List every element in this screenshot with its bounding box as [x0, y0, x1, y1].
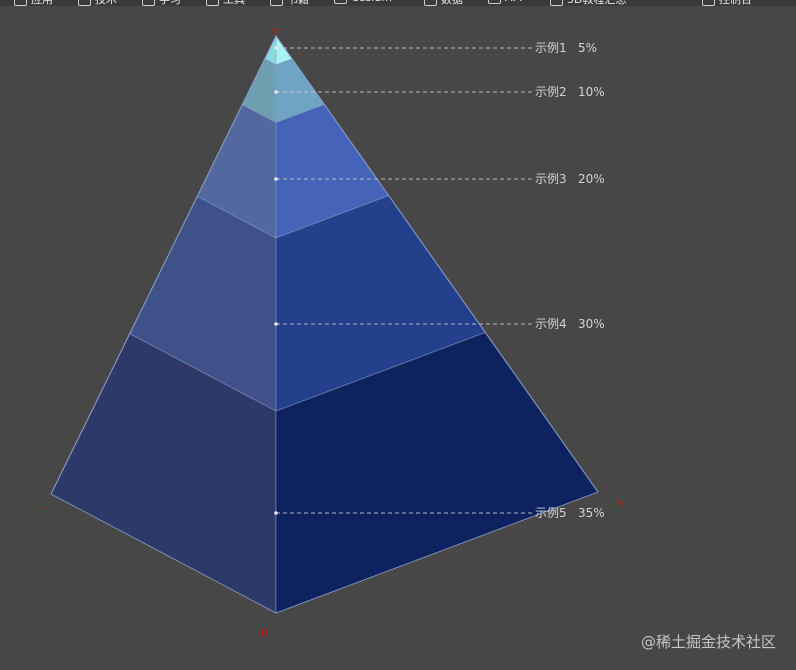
pyramid-chart: 示例1 5% 示例2 10% 示例3 20% 示例4 30% 示例5 35% T L R B	[40, 28, 623, 639]
leader-dot-5	[274, 511, 278, 515]
segment-name-label: 示例2	[535, 85, 567, 99]
segment-value-label: 10%	[578, 85, 605, 99]
watermark: @稀土掘金技术社区	[640, 633, 776, 651]
leader-dot-3	[274, 177, 278, 181]
vertex-label-bottom: B	[261, 628, 268, 639]
vertex-label-left: L	[40, 500, 46, 511]
leader-dot-2	[274, 90, 278, 94]
vertex-label-right: R	[616, 499, 623, 510]
segment-value-label: 35%	[578, 506, 605, 520]
segment-name-label: 示例5	[535, 506, 567, 520]
segment-value-label: 30%	[578, 317, 605, 331]
leader-dot-1	[274, 46, 278, 50]
segment-name-label: 示例3	[535, 172, 567, 186]
segment-value-label: 5%	[578, 41, 597, 55]
segment-name-label: 示例4	[535, 317, 567, 331]
leader-dot-4	[274, 322, 278, 326]
segment-value-label: 20%	[578, 172, 605, 186]
segment-name-label: 示例1	[535, 41, 567, 55]
vertex-label-top: T	[271, 28, 279, 39]
